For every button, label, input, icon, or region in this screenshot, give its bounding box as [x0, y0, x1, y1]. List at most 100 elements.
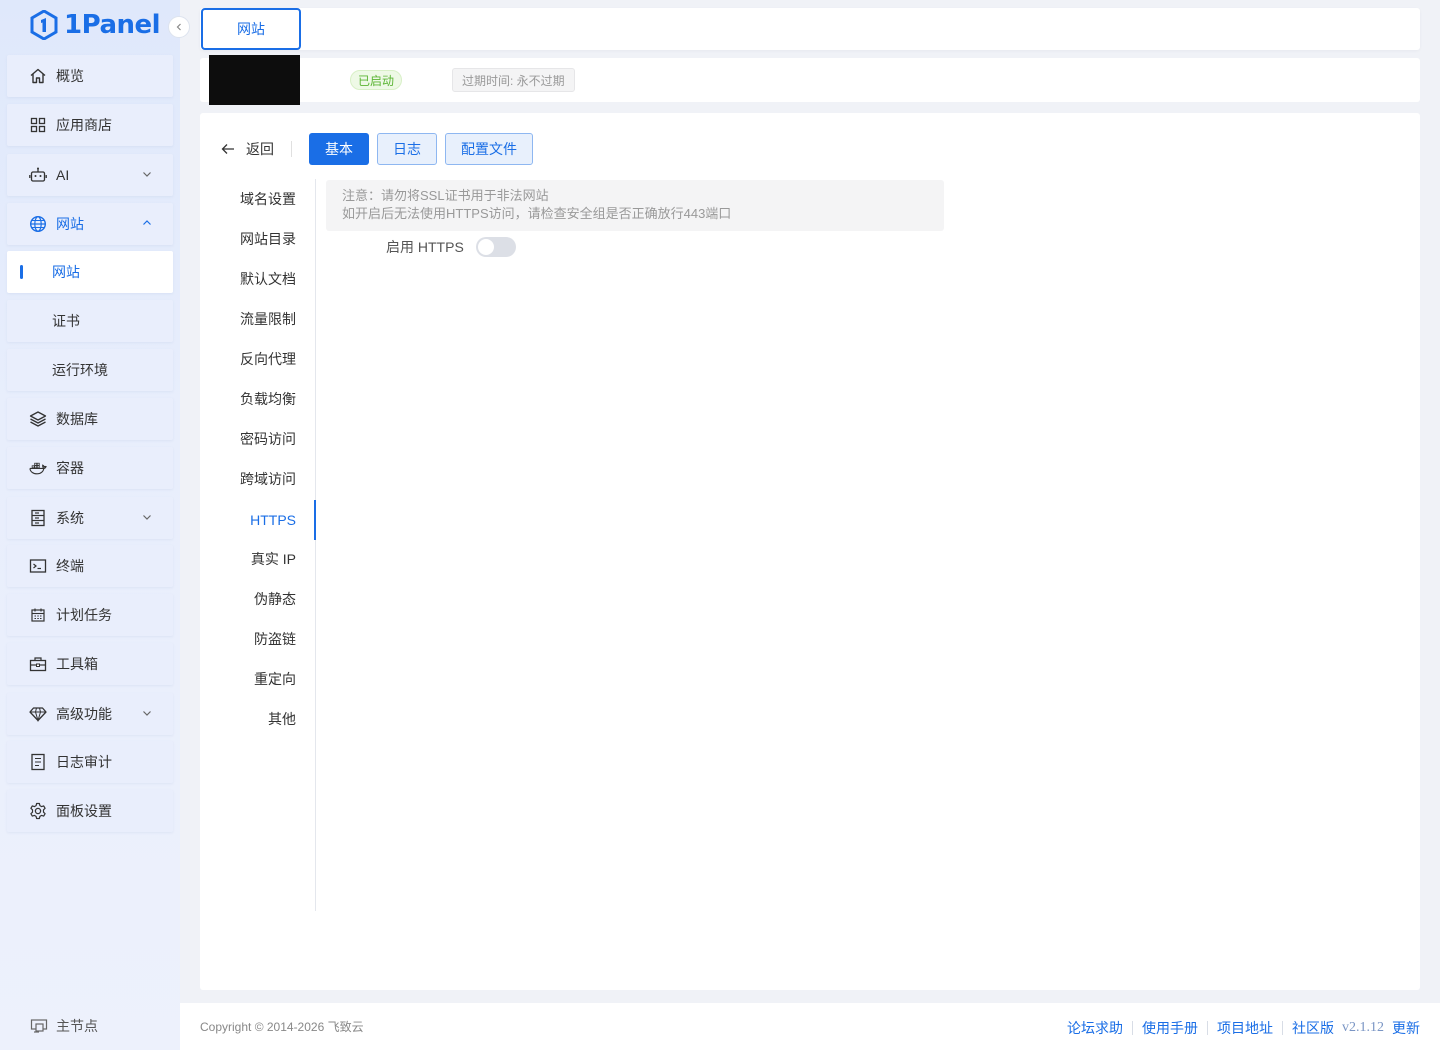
footer-links: 论坛求助 使用手册 项目地址 社区版 v2.1.12 更新: [1067, 1018, 1420, 1038]
sidebar: 1Panel 概览 应用商店 AI 网站 网站 证书 运行环境 数据库 容器 系…: [0, 0, 190, 1050]
toolbox-icon: [29, 655, 47, 673]
menu-item-password-access[interactable]: 密码访问: [240, 419, 296, 459]
menu-item-default-document[interactable]: 默认文档: [240, 259, 296, 299]
divider: [1207, 1021, 1208, 1035]
docker-icon: [29, 459, 47, 477]
sidebar-subitem-runtime[interactable]: 运行环境: [7, 349, 173, 391]
menu-item-site-directory[interactable]: 网站目录: [240, 219, 296, 259]
project-link[interactable]: 项目地址: [1217, 1018, 1273, 1038]
tab-bar: 网站: [200, 8, 1420, 50]
menu-item-reverse-proxy[interactable]: 反向代理: [240, 339, 296, 379]
basic-button[interactable]: 基本: [309, 133, 369, 165]
enable-https-switch[interactable]: [475, 237, 516, 257]
menu-item-real-ip[interactable]: 真实 IP: [251, 539, 296, 579]
robot-icon: [29, 166, 47, 184]
arrow-left-icon: [221, 144, 234, 154]
apps-grid-icon: [29, 116, 47, 134]
menu-item-hotlink-protection[interactable]: 防盗链: [254, 619, 296, 659]
menu-item-redirect[interactable]: 重定向: [254, 659, 296, 699]
layers-icon: [29, 410, 47, 428]
logo-text: 1Panel: [64, 10, 161, 40]
expire-badge: 过期时间: 永不过期: [452, 68, 575, 92]
chevron-up-icon: [143, 220, 151, 225]
sidebar-item-overview[interactable]: 概览: [7, 55, 173, 97]
sidebar-item-toolbox[interactable]: 工具箱: [7, 643, 173, 685]
sidebar-item-label: 容器: [56, 460, 84, 476]
menu-item-load-balance[interactable]: 负载均衡: [240, 379, 296, 419]
sidebar-item-label: 面板设置: [56, 803, 112, 819]
sidebar-item-cron-jobs[interactable]: 计划任务: [7, 594, 173, 636]
sidebar-item-audit-logs[interactable]: 日志审计: [7, 741, 173, 783]
sidebar-item-label: 系统: [56, 510, 84, 526]
sidebar-item-app-store[interactable]: 应用商店: [7, 104, 173, 146]
sidebar-item-label: 网站: [56, 216, 84, 232]
ssl-notice-alert: 注意：请勿将SSL证书用于非法网站 如开启后无法使用HTTPS访问，请检查安全组…: [326, 180, 944, 231]
footer: Copyright © 2014-2026 飞致云 论坛求助 使用手册 项目地址…: [180, 1003, 1440, 1050]
forum-link[interactable]: 论坛求助: [1067, 1018, 1123, 1038]
redacted-site-name: [209, 55, 300, 105]
enable-https-label: 启用 HTTPS: [386, 239, 464, 255]
enable-https-row: 启用 HTTPS: [386, 237, 516, 257]
sidebar-item-label: 计划任务: [56, 607, 112, 623]
sidebar-item-panel-settings[interactable]: 面板设置: [7, 790, 173, 832]
sidebar-item-label: 概览: [56, 68, 84, 84]
menu-item-traffic-limit[interactable]: 流量限制: [240, 299, 296, 339]
divider: [291, 141, 292, 157]
status-badge: 已启动: [350, 70, 403, 90]
node-icon: [30, 1019, 48, 1033]
sidebar-item-terminal[interactable]: 终端: [7, 545, 173, 587]
sidebar-item-label: 网站: [52, 264, 80, 280]
sidebar-item-label: 工具箱: [56, 656, 98, 672]
update-link[interactable]: 更新: [1392, 1018, 1420, 1038]
chevron-down-icon: [143, 172, 151, 177]
tab-websites[interactable]: 网站: [201, 8, 301, 50]
settings-menu: 域名设置 网站目录 默认文档 流量限制 反向代理 负载均衡 密码访问 跨域访问 …: [200, 179, 316, 911]
sidebar-item-advanced[interactable]: 高级功能: [7, 693, 173, 735]
notice-line: 注意：请勿将SSL证书用于非法网站: [342, 188, 549, 203]
manual-link[interactable]: 使用手册: [1142, 1018, 1198, 1038]
sidebar-subitem-websites[interactable]: 网站: [7, 251, 173, 293]
sidebar-item-label: 运行环境: [52, 362, 108, 378]
version-label: v2.1.12: [1342, 1020, 1384, 1035]
home-icon: [29, 67, 47, 85]
log-icon: [29, 753, 47, 771]
menu-item-cors[interactable]: 跨域访问: [240, 459, 296, 499]
config-file-button[interactable]: 配置文件: [445, 133, 533, 165]
back-button[interactable]: 返回: [220, 139, 274, 159]
collapse-sidebar-button[interactable]: [168, 16, 190, 38]
menu-item-domain[interactable]: 域名设置: [240, 179, 296, 219]
terminal-icon: [29, 557, 47, 575]
chevron-left-icon: [176, 23, 181, 31]
sidebar-item-database[interactable]: 数据库: [7, 398, 173, 440]
sidebar-item-label: 终端: [56, 558, 84, 574]
log-button[interactable]: 日志: [377, 133, 437, 165]
logo[interactable]: 1Panel: [30, 9, 161, 41]
site-info-bar: 已启动 过期时间: 永不过期: [200, 55, 1420, 105]
back-label: 返回: [246, 141, 274, 157]
sidebar-item-containers[interactable]: 容器: [7, 447, 173, 489]
calendar-icon: [29, 606, 47, 624]
sidebar-item-label: 应用商店: [56, 117, 112, 133]
sidebar-item-ai[interactable]: AI: [7, 154, 173, 196]
logo-icon: [30, 10, 58, 40]
gear-icon: [29, 802, 47, 820]
chevron-down-icon: [143, 711, 151, 716]
sidebar-item-system[interactable]: 系统: [7, 497, 173, 539]
sidebar-item-label: 日志审计: [56, 754, 112, 770]
sidebar-item-label: 数据库: [56, 411, 98, 427]
menu-active-indicator: [314, 500, 316, 540]
edition-link[interactable]: 社区版: [1292, 1018, 1334, 1038]
sidebar-item-websites[interactable]: 网站: [7, 203, 173, 245]
menu-item-other[interactable]: 其他: [268, 699, 296, 739]
server-icon: [29, 509, 47, 527]
sidebar-item-label: AI: [56, 167, 70, 183]
menu-item-https[interactable]: HTTPS: [250, 500, 296, 540]
node-switcher[interactable]: 主节点: [30, 1016, 98, 1036]
sidebar-item-label: 高级功能: [56, 706, 112, 722]
sidebar-subitem-certificates[interactable]: 证书: [7, 300, 173, 342]
diamond-icon: [29, 705, 47, 723]
chevron-down-icon: [143, 515, 151, 520]
notice-line: 如开启后无法使用HTTPS访问，请检查安全组是否正确放行443端口: [342, 206, 732, 221]
menu-item-rewrite[interactable]: 伪静态: [254, 579, 296, 619]
divider: [1132, 1021, 1133, 1035]
